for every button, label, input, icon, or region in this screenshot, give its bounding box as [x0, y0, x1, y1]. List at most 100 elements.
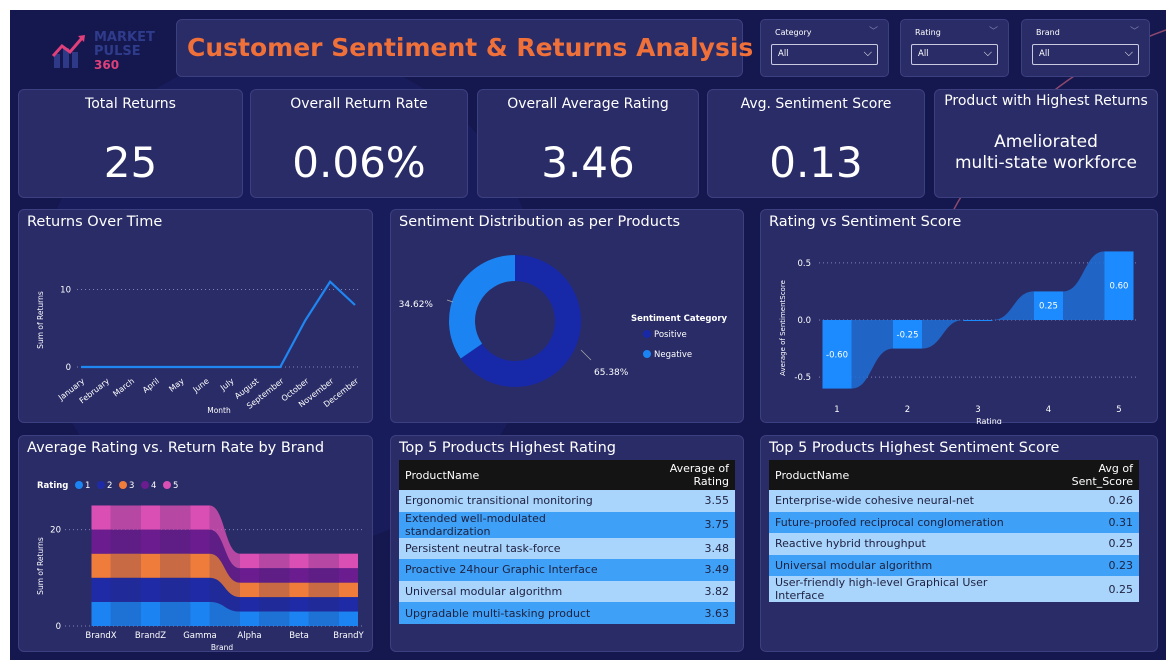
x-tick-label: BrandX: [85, 631, 116, 641]
table-row[interactable]: Ergonomic transitional monitoring 3.55: [399, 490, 735, 512]
legend-marker-rating-4[interactable]: [141, 481, 149, 489]
table-row[interactable]: Proactive 24hour Graphic Interface 3.49: [399, 559, 735, 581]
category-select-value: All: [778, 49, 789, 59]
bar-segment-rating-1[interactable]: [91, 601, 111, 626]
ribbon-rating-2: [308, 597, 339, 612]
bar-segment-rating-3[interactable]: [91, 553, 111, 578]
x-tick-label: June: [191, 376, 211, 394]
bar-segment-rating-2[interactable]: [339, 597, 358, 612]
bar-segment-rating-4[interactable]: [339, 568, 358, 583]
rating-filter[interactable]: Rating ﹀ All ⌵: [900, 19, 1009, 77]
column-header-productname[interactable]: ProductName: [769, 460, 1031, 490]
y-axis-title: Average of SentimentScore: [779, 280, 787, 376]
bar-segment-rating-1[interactable]: [289, 611, 309, 626]
bar-segment-rating-4[interactable]: [190, 529, 210, 554]
bar-segment-rating-5[interactable]: [240, 553, 259, 569]
legend-label: 5: [173, 481, 178, 491]
legend-marker-rating-1[interactable]: [75, 481, 83, 489]
x-tick-label: Beta: [289, 631, 309, 641]
table-row[interactable]: Persistent neutral task-force 3.48: [399, 537, 735, 560]
table-row[interactable]: Upgradable multi-tasking product 3.63: [399, 602, 735, 624]
table-row[interactable]: Extended well-modulated standardization 3…: [399, 511, 735, 538]
bar-segment-rating-2[interactable]: [240, 597, 259, 612]
table-row[interactable]: Reactive hybrid throughput 0.25: [769, 533, 1139, 555]
table-header: ProductName Avg of Sent_Score: [769, 460, 1139, 490]
bar-segment-rating-5[interactable]: [91, 505, 111, 530]
kpi-label: Product with Highest Returns: [944, 93, 1148, 109]
ribbon-connector: [851, 320, 893, 389]
dropdown-arrow-icon[interactable]: ⌵: [984, 46, 992, 60]
ribbon-rating-3: [160, 553, 191, 578]
dropdown-arrow-icon[interactable]: ⌵: [864, 46, 872, 60]
rating-value-cell: 3.49: [629, 559, 735, 581]
ribbon-connector: [992, 291, 1034, 320]
bar-segment-rating-3[interactable]: [190, 553, 210, 578]
table-row[interactable]: Universal modular algorithm 3.82: [399, 580, 735, 603]
bar-segment-rating-5[interactable]: [339, 553, 358, 569]
bar-rating-3[interactable]: [963, 320, 993, 321]
ribbon-rating-3: [259, 582, 290, 598]
bar-segment-rating-3[interactable]: [339, 582, 358, 598]
x-tick-label: May: [167, 376, 186, 393]
bar-segment-rating-5[interactable]: [190, 505, 210, 530]
rating-select[interactable]: All ⌵: [911, 44, 998, 65]
category-filter[interactable]: Category ﹀ All ⌵: [760, 19, 889, 77]
bar-segment-rating-4[interactable]: [240, 568, 259, 583]
bar-segment-rating-3[interactable]: [289, 582, 309, 598]
brand-ribbon-chart: 0 20 BrandX BrandZ Gamma Alpha Beta BrandY Brand…: [36, 481, 365, 652]
brand-select[interactable]: All ⌵: [1032, 44, 1139, 65]
bar-segment-rating-4[interactable]: [289, 568, 309, 583]
legend-label: 3: [129, 481, 134, 491]
y-tick-label: 0.0: [797, 316, 811, 326]
table-row[interactable]: Future-proofed reciprocal conglomeration…: [769, 511, 1139, 534]
table-row[interactable]: Enterprise-wide cohesive neural-net 0.26: [769, 490, 1139, 512]
legend-label: 4: [151, 481, 156, 491]
bar-segment-rating-2[interactable]: [91, 577, 111, 602]
category-select[interactable]: All ⌵: [771, 44, 878, 65]
product-name-cell: Reactive hybrid throughput: [769, 533, 1031, 555]
legend-marker-positive[interactable]: [643, 330, 651, 338]
bar-data-label: -0.60: [826, 350, 848, 360]
legend-marker-negative[interactable]: [643, 350, 651, 358]
donut-slice-negative[interactable]: [449, 255, 515, 359]
y-tick-label: 0: [66, 363, 71, 373]
brand-filter[interactable]: Brand ﹀ All ⌵: [1021, 19, 1150, 77]
ribbon-rating-1: [110, 601, 141, 626]
legend-marker-rating-3[interactable]: [119, 481, 127, 489]
returns-over-time-card: Returns Over Time 0 10 January February Marc…: [18, 209, 373, 423]
ribbon-rating-1: [259, 611, 290, 626]
legend-marker-rating-5[interactable]: [163, 481, 171, 489]
bar-segment-rating-4[interactable]: [141, 529, 160, 554]
sentiment-distribution-card: Sentiment Distribution as per Products 6…: [390, 209, 744, 423]
bar-data-label: 0.25: [1039, 302, 1058, 312]
table-row[interactable]: Universal modular algorithm 0.23: [769, 554, 1139, 577]
bar-segment-rating-4[interactable]: [91, 529, 111, 554]
ribbon-rating-5: [308, 553, 339, 569]
bar-segment-rating-2[interactable]: [190, 577, 210, 602]
chevron-down-icon: ﹀: [988, 27, 998, 37]
bar-segment-rating-5[interactable]: [141, 505, 160, 530]
ribbon-rating-4: [259, 568, 290, 583]
legend-label: Negative: [654, 350, 692, 360]
ribbon-rating-5: [160, 505, 191, 530]
bar-segment-rating-2[interactable]: [289, 597, 309, 612]
column-header-avg-sent-score[interactable]: Avg of Sent_Score: [1030, 460, 1139, 490]
bar-segment-rating-3[interactable]: [240, 582, 259, 598]
column-header-average-rating[interactable]: Average of Rating: [629, 460, 735, 490]
table-row[interactable]: User-friendly high-level Graphical User …: [769, 576, 1139, 603]
product-name-cell: Universal modular algorithm: [769, 554, 1031, 577]
sentiment-value-cell: 0.31: [1030, 511, 1139, 534]
bar-segment-rating-1[interactable]: [190, 601, 210, 626]
legend-label: 2: [107, 481, 112, 491]
bar-segment-rating-1[interactable]: [141, 601, 160, 626]
column-header-productname[interactable]: ProductName: [399, 460, 630, 490]
kpi-value: 0.13: [769, 138, 863, 187]
bar-segment-rating-2[interactable]: [141, 577, 160, 602]
bar-segment-rating-1[interactable]: [339, 611, 358, 626]
legend-marker-rating-2[interactable]: [97, 481, 105, 489]
bar-segment-rating-5[interactable]: [289, 553, 309, 569]
dropdown-arrow-icon[interactable]: ⌵: [1125, 46, 1133, 60]
bar-segment-rating-3[interactable]: [141, 553, 160, 578]
bar-segment-rating-1[interactable]: [240, 611, 259, 626]
label-leader-line: [446, 299, 454, 303]
